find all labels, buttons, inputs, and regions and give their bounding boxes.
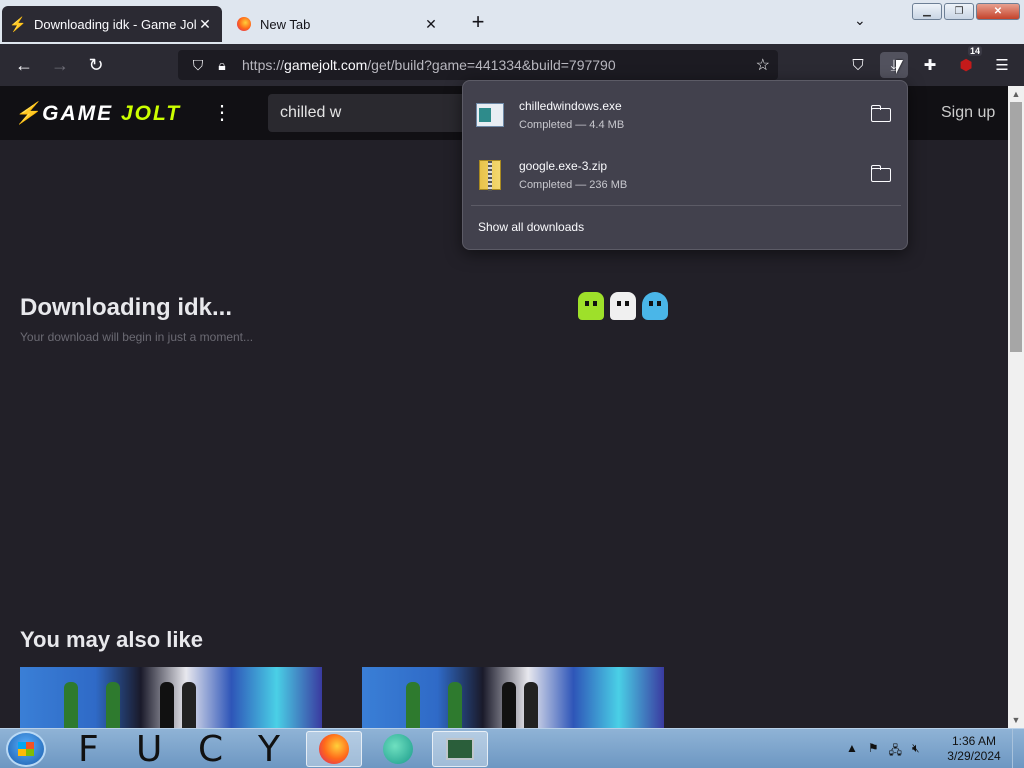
taskbar-letter: U [136,729,163,768]
start-button[interactable] [6,731,46,767]
chat-app-icon [383,734,413,764]
ublock-extension-icon[interactable]: ⬢ 14 [952,46,982,78]
divider [471,205,901,206]
window-controls: ▁ ❐ ✕ [912,3,1020,20]
download-status: Completed — 4.4 MB [519,119,625,131]
mouse-cursor-icon [896,60,903,74]
show-hidden-icons-chevron-icon[interactable]: ▲ [846,741,858,762]
ghost-mascot-icon [610,292,636,320]
lock-icon[interactable]: 🔒︎ [210,57,234,74]
page-subtitle: Your download will begin in just a momen… [20,330,254,344]
also-like-heading: You may also like [20,627,204,652]
gamejolt-favicon-icon: ⚡ [9,15,27,32]
open-folder-icon[interactable] [870,165,891,182]
taskbar-letter: Y [258,729,280,768]
tracking-shield-icon[interactable]: ⛉ [186,57,210,74]
url-path: /get/build?game=441334&build=797790 [367,57,616,73]
tab-close-icon[interactable]: ✕ [196,16,214,33]
volume-muted-icon[interactable]: 🔇︎ [912,741,920,762]
taskbar-letter: C [198,729,224,768]
gamejolt-logo[interactable]: ⚡GAME JOLT [14,102,181,126]
page-title: Downloading idk... [20,294,232,321]
zip-file-icon [475,160,505,191]
scrollbar-thumb[interactable] [1010,102,1022,352]
downloads-panel: chilledwindows.exe Completed — 4.4 MB go… [462,80,908,250]
url-host: gamejolt.com [284,57,368,73]
downloads-button-icon[interactable]: ⤓ [880,52,908,78]
show-desktop-button[interactable] [1012,729,1024,768]
tab-title: Downloading idk - Game Jolt [34,16,196,32]
blob-mascot-icon [642,292,668,320]
reload-button[interactable]: ↻ [78,55,114,76]
list-all-tabs-chevron-icon[interactable]: ⌄ [854,12,866,29]
logo-jolt-text: JOLT [121,102,182,125]
frog-mascot-icon [578,292,604,320]
taskbar-firefox-button[interactable] [306,731,362,767]
system-tray: ▲ ⚑ 🖧︎ 🔇︎ [846,741,920,762]
game-thumbnail[interactable] [362,667,664,728]
mascots-illustration [578,292,668,320]
address-bar[interactable]: ⛉ 🔒︎ https://gamejolt.com/get/build?game… [178,50,778,80]
taskbar-clock[interactable]: 1:36 AM 3/29/2024 [944,734,1004,764]
tab-close-icon[interactable]: ✕ [422,16,440,33]
more-options-icon[interactable]: ⋮ [212,100,232,125]
search-input[interactable]: chilled w [268,94,478,132]
taskbar-chat-app-button[interactable] [370,731,426,767]
action-center-flag-icon[interactable]: ⚑ [868,741,879,762]
download-status: Completed — 236 MB [519,179,628,191]
tab-title: New Tab [260,16,311,32]
toolbar-right: ⛉ ⤓ ✚ ⬢ 14 ☰ [844,46,1016,78]
scroll-down-arrow-icon[interactable]: ▼ [1008,712,1024,728]
taskbar-computer-button[interactable] [432,731,488,767]
logo-game-text: GAME [42,102,114,125]
download-item[interactable]: google.exe-3.zip Completed — 236 MB [471,147,901,203]
back-button[interactable]: ← [6,55,42,76]
clock-time: 1:36 AM [951,734,997,748]
pocket-icon[interactable]: ⛉ [844,52,872,78]
download-item[interactable]: chilledwindows.exe Completed — 4.4 MB [471,87,901,143]
show-all-downloads-link[interactable]: Show all downloads [478,220,584,234]
game-thumbnail[interactable] [20,667,322,728]
open-folder-icon[interactable] [870,105,891,122]
restore-button[interactable]: ❐ [944,3,974,20]
exe-file-icon [475,100,505,130]
scroll-up-arrow-icon[interactable]: ▲ [1008,86,1024,102]
new-tab-button[interactable]: + [466,9,490,35]
windows-taskbar: F U C Y ▲ ⚑ 🖧︎ 🔇︎ 1:36 AM 3/29/2024 [0,728,1024,768]
url-prefix: https:// [242,57,285,73]
page-scrollbar[interactable]: ▲ ▼ [1008,86,1024,728]
browser-tab-bar: ⚡ Downloading idk - Game Jolt ✕ New Tab … [0,0,1024,44]
download-filename: chilledwindows.exe [519,99,622,113]
tab-gamejolt[interactable]: ⚡ Downloading idk - Game Jolt ✕ [2,6,222,42]
download-filename: google.exe-3.zip [519,159,608,173]
extension-badge: 14 [967,46,982,56]
computer-app-icon [446,738,474,760]
firefox-favicon-icon [236,16,252,32]
signup-link[interactable]: Sign up [941,104,995,122]
menu-hamburger-icon[interactable]: ☰ [988,52,1016,78]
tab-new-tab[interactable]: New Tab ✕ [228,6,448,42]
extensions-puzzle-icon[interactable]: ✚ [916,52,944,78]
firefox-icon [319,734,349,764]
url-text[interactable]: https://gamejolt.com/get/build?game=4413… [242,57,616,73]
minimize-button[interactable]: ▁ [912,3,942,20]
clock-date: 3/29/2024 [947,749,1001,763]
close-window-button[interactable]: ✕ [976,3,1020,20]
taskbar-letter: F [78,729,99,768]
bookmark-star-icon[interactable]: ☆ [756,55,770,75]
network-icon[interactable]: 🖧︎ [889,741,902,762]
forward-button[interactable]: → [42,55,78,76]
